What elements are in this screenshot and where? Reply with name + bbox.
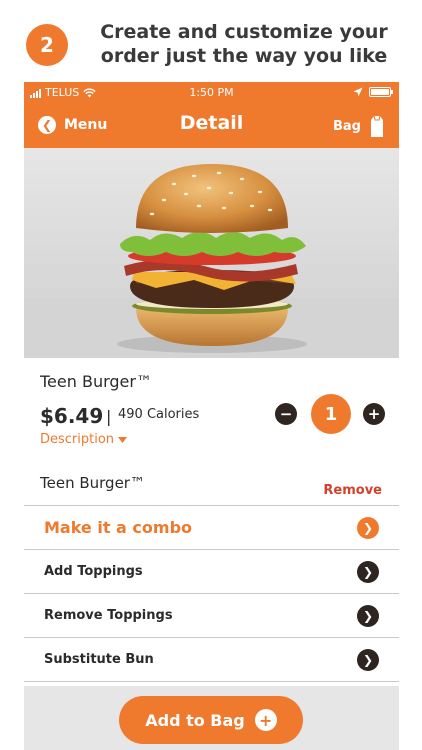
- add-to-bag-button[interactable]: Add to Bag +: [119, 696, 303, 744]
- remove-toppings-label: Remove Toppings: [44, 608, 173, 623]
- quantity-decrease-button[interactable]: −: [275, 403, 297, 425]
- chevron-right-icon: ❯: [357, 516, 379, 539]
- burger-illustration: [24, 148, 399, 358]
- plus-icon: +: [367, 405, 381, 423]
- caret-down-icon: [118, 436, 128, 443]
- chevron-right-icon: ❯: [357, 648, 379, 671]
- add-to-bag-label: Add to Bag: [145, 710, 245, 730]
- phone-screen: TELUS 1:50 PM ❮ Menu Detail Bag Teen Bur…: [24, 82, 399, 750]
- product-calories: 490 Calories: [118, 407, 200, 422]
- price-separator: |: [106, 407, 112, 426]
- remove-toppings-row[interactable]: Remove Toppings ❯: [24, 594, 399, 638]
- battery-icon: [369, 87, 393, 97]
- add-toppings-label: Add Toppings: [44, 564, 143, 579]
- add-toppings-row[interactable]: Add Toppings ❯: [24, 550, 399, 594]
- bag-icon: [371, 115, 383, 137]
- description-label: Description: [40, 432, 115, 447]
- bag-button[interactable]: Bag: [333, 114, 385, 138]
- make-combo-row[interactable]: Make it a combo ❯: [24, 506, 399, 550]
- product-price: $6.49: [40, 404, 104, 428]
- chevron-right-icon: ❯: [357, 560, 379, 583]
- footer-bar: Add to Bag +: [24, 686, 399, 750]
- quantity-increase-button[interactable]: +: [363, 403, 385, 425]
- description-toggle[interactable]: Description: [40, 432, 128, 447]
- step-badge: 2: [26, 24, 68, 66]
- selected-item-row: Teen Burger™ Remove: [24, 462, 399, 506]
- selected-item-name: Teen Burger™: [40, 474, 145, 492]
- status-right: [353, 87, 393, 97]
- promo-header: 2 Create and customize your order just t…: [0, 0, 422, 82]
- status-time: 1:50 PM: [189, 86, 234, 99]
- promo-title-line-2: order just the way you like: [100, 45, 388, 67]
- location-arrow-icon: [353, 87, 363, 97]
- quantity-value: 1: [311, 394, 351, 434]
- minus-icon: −: [279, 405, 293, 423]
- product-name: Teen Burger™: [40, 372, 152, 391]
- chevron-right-icon: ❯: [357, 604, 379, 627]
- remove-item-button[interactable]: Remove: [323, 483, 382, 498]
- status-bar: TELUS 1:50 PM: [24, 82, 399, 104]
- promo-title-line-1: Create and customize your: [100, 21, 388, 43]
- make-combo-label: Make it a combo: [44, 518, 193, 537]
- plus-icon: +: [254, 709, 277, 731]
- product-image: [24, 148, 399, 358]
- bag-label: Bag: [333, 118, 361, 134]
- nav-bar: ❮ Menu Detail Bag: [24, 104, 399, 148]
- promo-title: Create and customize your order just the…: [84, 20, 404, 68]
- substitute-bun-row[interactable]: Substitute Bun ❯: [24, 638, 399, 682]
- substitute-bun-label: Substitute Bun: [44, 652, 154, 667]
